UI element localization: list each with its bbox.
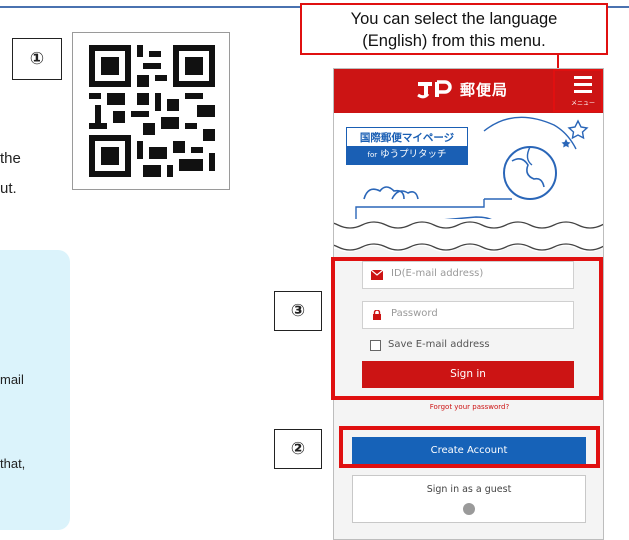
note-box [0, 250, 70, 530]
app-header: 郵便局 メニュー [334, 69, 603, 113]
guest-sign-in-label: Sign in as a guest [426, 484, 512, 495]
callout-connector [557, 55, 559, 69]
step-marker-1: ① [12, 38, 62, 80]
wave-divider-icon [334, 221, 603, 255]
callout-line-1: You can select the language [350, 10, 558, 28]
callout-line-2: (English) from this menu. [362, 32, 546, 50]
forgot-password-link[interactable]: Forgot your password? [334, 403, 603, 411]
japan-post-logo-icon [417, 80, 452, 99]
menu-highlight [553, 69, 603, 112]
badge-subtitle: ゆうプリタッチ [380, 149, 447, 160]
step-marker-3: ③ [274, 291, 322, 331]
login-form-highlight [331, 257, 603, 400]
chevron-down-icon [463, 503, 475, 515]
text-fragment-1: the [0, 150, 21, 167]
qr-code-icon [89, 45, 215, 177]
wave-break [334, 219, 603, 255]
text-fragment-2: ut. [0, 180, 17, 197]
badge-subtitle-bar: for ゆうプリタッチ [347, 146, 467, 164]
service-badge: 国際郵便マイページ for ゆうプリタッチ [346, 127, 468, 165]
note-fragment-1: mail [0, 372, 24, 387]
note-fragment-2: that, [0, 456, 26, 471]
language-callout: You can select the language (English) fr… [300, 3, 608, 55]
qr-code-frame [72, 32, 230, 190]
brand-name: 郵便局 [460, 81, 509, 99]
guest-sign-in-button[interactable]: Sign in as a guest [352, 475, 586, 523]
badge-for: for [367, 151, 378, 159]
badge-title: 国際郵便マイページ [359, 132, 455, 144]
step-marker-2: ② [274, 429, 322, 469]
create-account-highlight [339, 426, 600, 468]
